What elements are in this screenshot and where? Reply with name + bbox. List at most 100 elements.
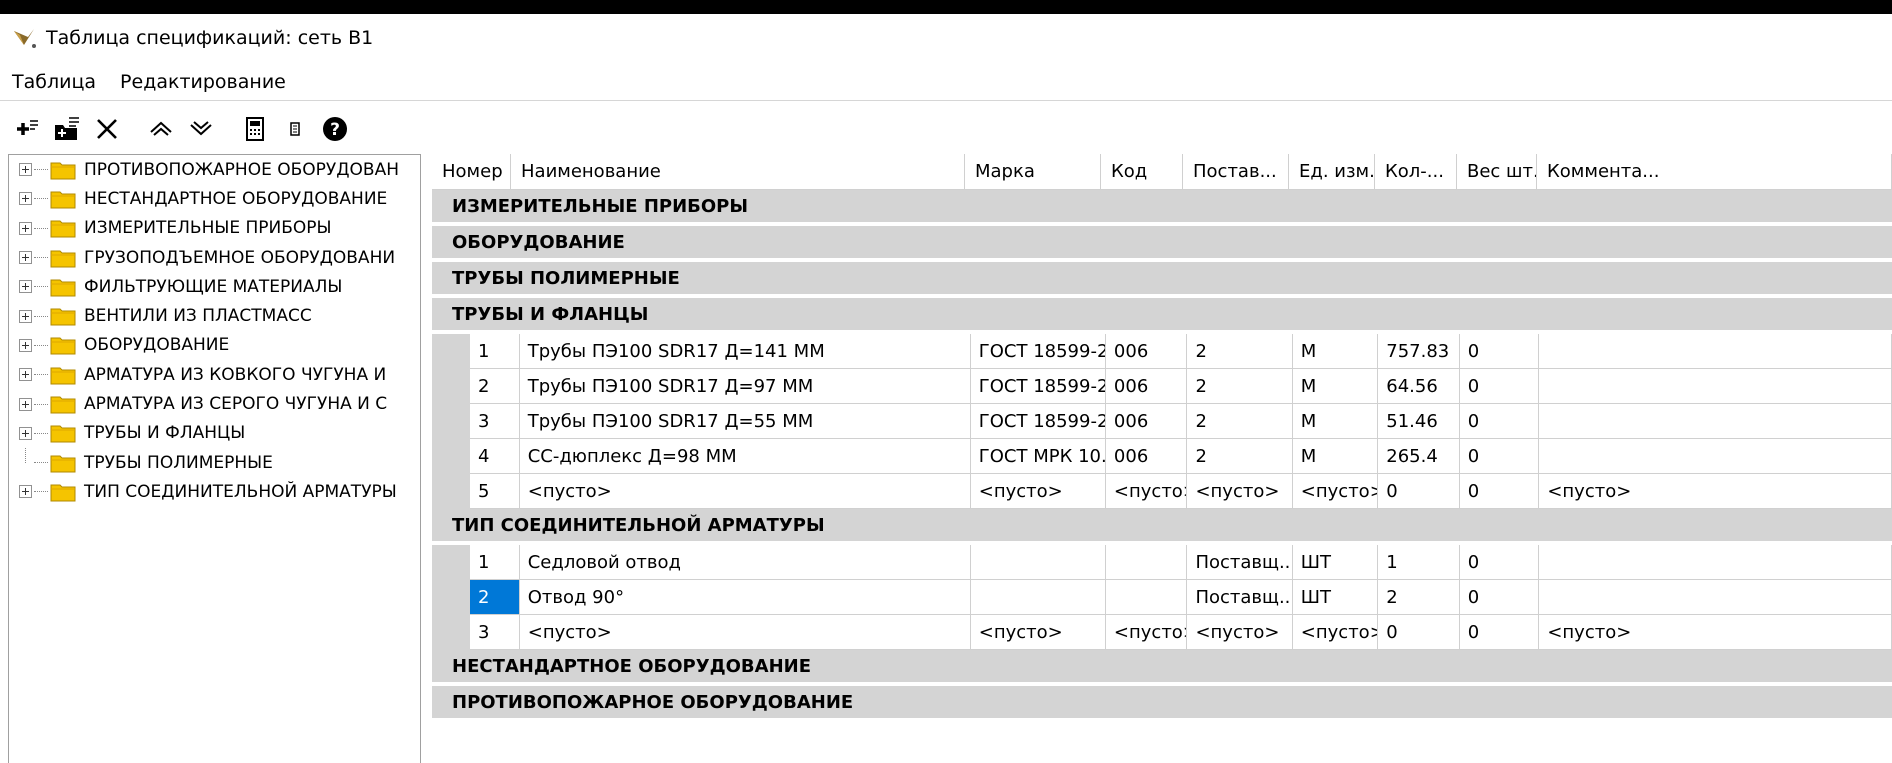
tree-item[interactable]: АРМАТУРА ИЗ СЕРОГО ЧУГУНА И С <box>9 389 420 418</box>
group-header-row[interactable]: НЕСТАНДАРТНОЕ ОБОРУДОВАНИЕ <box>432 650 1892 684</box>
table-cell[interactable] <box>1105 580 1188 615</box>
table-cell[interactable]: <пусто> <box>1187 474 1293 509</box>
table-row[interactable]: 1Трубы ПЭ100 SDR17 Д=141 ММГОСТ 18599-2.… <box>432 334 1892 369</box>
table-row[interactable]: 1 Седловой отвод Поставщ... ШТ 1 0 <box>432 545 1892 580</box>
table-cell[interactable]: ГОСТ 18599-2... <box>970 369 1106 404</box>
tree-item[interactable]: ТРУБЫ И ФЛАНЦЫ <box>9 419 420 448</box>
menu-edit[interactable]: Редактирование <box>108 71 298 93</box>
table-cell[interactable]: <пусто> <box>970 615 1106 650</box>
table-cell[interactable]: 0 <box>1459 404 1540 439</box>
add-row-button[interactable] <box>10 112 44 146</box>
table-cell[interactable]: <пусто> <box>1105 615 1188 650</box>
table-row[interactable]: 2 Отвод 90° Поставщ... ШТ 2 0 <box>432 580 1892 615</box>
table-cell[interactable]: 0 <box>1459 615 1540 650</box>
help-button[interactable]: ? <box>318 112 352 146</box>
table-cell[interactable]: <пусто> <box>519 615 971 650</box>
delete-button[interactable] <box>90 112 124 146</box>
column-header[interactable]: Вес шт. <box>1457 154 1537 190</box>
table-cell[interactable]: <пусто> <box>1539 615 1892 650</box>
expand-plus-icon[interactable] <box>19 309 32 323</box>
table-cell[interactable]: М <box>1292 334 1379 369</box>
table-cell[interactable]: <пусто> <box>519 474 971 509</box>
table-cell[interactable]: СС-дюплекс Д=98 ММ <box>519 439 971 474</box>
table-cell[interactable]: 006 <box>1105 334 1188 369</box>
expand-plus-icon[interactable] <box>19 280 32 294</box>
tree-item[interactable]: ПРОТИВОПОЖАРНОЕ ОБОРУДОВАН <box>9 155 420 184</box>
table-cell[interactable]: 4 <box>470 439 520 474</box>
table-cell[interactable]: 265.4 <box>1378 439 1460 474</box>
table-cell[interactable]: 0 <box>1378 615 1460 650</box>
move-down-button[interactable] <box>184 112 218 146</box>
table-cell[interactable] <box>1539 439 1892 474</box>
group-header-row[interactable]: ОБОРУДОВАНИЕ <box>432 226 1892 260</box>
table-cell[interactable]: 3 <box>470 404 520 439</box>
table-cell[interactable]: ШТ <box>1292 545 1379 580</box>
table-cell[interactable]: 2 <box>1187 369 1293 404</box>
tree-item[interactable]: НЕСТАНДАРТНОЕ ОБОРУДОВАНИЕ <box>9 184 420 213</box>
column-header[interactable]: Ед. изм. <box>1289 154 1375 190</box>
table-cell[interactable]: 1 <box>470 334 520 369</box>
table-row[interactable]: 3<пусто><пусто><пусто><пусто><пусто>00<п… <box>432 615 1892 650</box>
table-cell[interactable]: 757.83 <box>1378 334 1460 369</box>
table-cell[interactable]: Седловой отвод <box>519 545 971 580</box>
group-header-row[interactable]: ИЗМЕРИТЕЛЬНЫЕ ПРИБОРЫ <box>432 190 1892 224</box>
add-group-button[interactable] <box>50 112 84 146</box>
table-cell[interactable]: Поставщ... <box>1187 545 1293 580</box>
table-cell[interactable] <box>1539 334 1892 369</box>
table-cell[interactable]: 0 <box>1459 545 1540 580</box>
expand-plus-icon[interactable] <box>19 485 32 499</box>
table-cell[interactable]: 2 <box>1378 580 1460 615</box>
table-cell[interactable]: 0 <box>1459 334 1540 369</box>
table-cell[interactable] <box>1539 369 1892 404</box>
column-header[interactable]: Коммента... <box>1537 154 1892 190</box>
tree-item[interactable]: АРМАТУРА ИЗ КОВКОГО ЧУГУНА И <box>9 360 420 389</box>
expand-plus-icon[interactable] <box>19 338 32 352</box>
table-cell[interactable]: Трубы ПЭ100 SDR17 Д=141 ММ <box>519 334 971 369</box>
tree-item[interactable]: ТРУБЫ ПОЛИМЕРНЫЕ <box>9 448 420 477</box>
category-tree[interactable]: ПРОТИВОПОЖАРНОЕ ОБОРУДОВАН НЕСТАНДАРТНОЕ … <box>8 154 421 763</box>
table-cell[interactable]: Трубы ПЭ100 SDR17 Д=55 ММ <box>519 404 971 439</box>
table-cell[interactable]: 1 <box>470 545 520 580</box>
expand-plus-icon[interactable] <box>19 221 32 235</box>
table-row[interactable]: 3Трубы ПЭ100 SDR17 Д=55 ММГОСТ 18599-2..… <box>432 404 1892 439</box>
table-cell[interactable]: <пусто> <box>1187 615 1293 650</box>
menu-table[interactable]: Таблица <box>0 71 108 93</box>
table-cell[interactable]: М <box>1292 369 1379 404</box>
column-header[interactable]: Код <box>1101 154 1183 190</box>
group-header-row[interactable]: ТИП СОЕДИНИТЕЛЬНОЙ АРМАТУРЫ <box>432 509 1892 543</box>
table-cell[interactable]: <пусто> <box>1105 474 1188 509</box>
table-row[interactable]: 5<пусто><пусто><пусто><пусто><пусто>00<п… <box>432 474 1892 509</box>
table-cell[interactable] <box>970 580 1106 615</box>
table-cell[interactable]: <пусто> <box>1292 615 1379 650</box>
table-cell[interactable]: 0 <box>1459 369 1540 404</box>
group-header-row[interactable]: ТРУБЫ ПОЛИМЕРНЫЕ <box>432 262 1892 296</box>
group-header-row[interactable]: ТРУБЫ И ФЛАНЦЫ <box>432 298 1892 332</box>
table-cell[interactable] <box>1539 545 1892 580</box>
tree-item[interactable]: ВЕНТИЛИ ИЗ ПЛАСТМАСС <box>9 301 420 330</box>
table-cell[interactable]: М <box>1292 439 1379 474</box>
calculator-button[interactable] <box>238 112 272 146</box>
table-cell[interactable]: ГОСТ МРК 10... <box>970 439 1106 474</box>
column-header[interactable]: Наименование <box>511 154 965 190</box>
table-cell[interactable]: ГОСТ 18599-2... <box>970 404 1106 439</box>
group-header-row[interactable]: ПРОТИВОПОЖАРНОЕ ОБОРУДОВАНИЕ <box>432 686 1892 720</box>
table-cell[interactable]: 0 <box>1459 474 1540 509</box>
table-cell[interactable]: 64.56 <box>1378 369 1460 404</box>
table-cell[interactable] <box>970 545 1106 580</box>
expand-plus-icon[interactable] <box>19 192 32 206</box>
table-cell[interactable]: 51.46 <box>1378 404 1460 439</box>
move-up-button[interactable] <box>144 112 178 146</box>
table-cell[interactable]: М <box>1292 404 1379 439</box>
column-header[interactable]: Марка <box>965 154 1101 190</box>
table-cell[interactable]: 3 <box>470 615 520 650</box>
table-cell[interactable]: 1 <box>1378 545 1460 580</box>
tree-item[interactable]: ТИП СОЕДИНИТЕЛЬНОЙ АРМАТУРЫ <box>9 477 420 506</box>
table-cell[interactable]: ГОСТ 18599-2... <box>970 334 1106 369</box>
table-cell[interactable]: 2 <box>1187 439 1293 474</box>
table-cell[interactable]: Поставщ... <box>1187 580 1293 615</box>
table-row[interactable]: 4 СС-дюплекс Д=98 ММ ГОСТ МРК 10... 006 2 М 26… <box>432 439 1892 474</box>
tree-item[interactable]: ИЗМЕРИТЕЛЬНЫЕ ПРИБОРЫ <box>9 214 420 243</box>
table-cell[interactable]: 006 <box>1105 369 1188 404</box>
table-cell[interactable]: 2 <box>1187 334 1293 369</box>
expand-plus-icon[interactable] <box>19 368 32 382</box>
